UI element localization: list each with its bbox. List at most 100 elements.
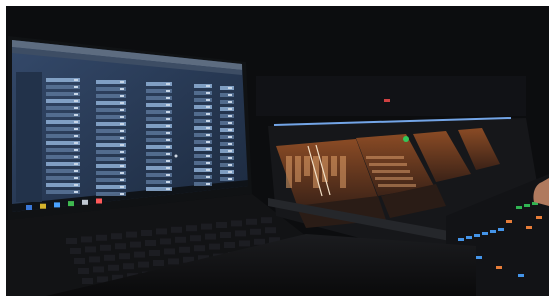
keyboard-key <box>194 245 205 252</box>
channel-meter <box>228 164 232 166</box>
console-led <box>458 238 464 241</box>
keyboard-key <box>246 218 257 225</box>
channel-meter <box>120 88 124 90</box>
keyboard-key <box>168 258 179 265</box>
channel-meter <box>74 114 78 116</box>
keyboard-key <box>78 268 89 274</box>
keyboard-key <box>93 266 104 273</box>
keyboard-key <box>126 231 137 238</box>
keyboard-key <box>141 230 152 236</box>
keyboard-key <box>82 278 93 284</box>
channel-meter <box>206 176 210 178</box>
channel-meter <box>120 81 124 83</box>
channel-meter <box>166 188 170 190</box>
keyboard-key <box>108 264 119 271</box>
channel-meter <box>228 122 232 124</box>
channel-meter <box>74 163 78 165</box>
channel-meter <box>74 100 78 102</box>
channel-meter <box>166 174 170 176</box>
console-led <box>498 228 504 231</box>
console-led <box>536 216 542 219</box>
keyboard-key <box>74 258 85 264</box>
channel-meter <box>206 99 210 101</box>
channel-meter <box>166 160 170 162</box>
keyboard-key <box>97 276 108 283</box>
channel-meter <box>74 86 78 88</box>
channel-meter <box>166 118 170 120</box>
cursor <box>174 154 178 158</box>
console-list-row <box>372 170 410 173</box>
taskbar-icon <box>26 205 32 210</box>
keyboard-key <box>89 256 100 263</box>
channel-meter <box>74 191 78 193</box>
channel-meter <box>206 169 210 171</box>
console-led <box>518 274 524 277</box>
keyboard-key <box>119 253 130 260</box>
channel-meter <box>120 165 124 167</box>
channel-meter <box>166 139 170 141</box>
console-list-row <box>378 184 416 187</box>
channel-meter <box>120 144 124 146</box>
channel-meter <box>206 127 210 129</box>
keyboard-key <box>254 238 265 245</box>
channel-meter <box>206 155 210 157</box>
channel-meter <box>206 120 210 122</box>
keyboard-key <box>261 217 272 224</box>
channel-meter <box>228 94 232 96</box>
keyboard-key <box>81 236 92 243</box>
channel-meter <box>228 115 232 117</box>
console-led <box>526 226 532 229</box>
side-panel <box>16 72 42 202</box>
keyboard-key <box>190 235 201 242</box>
keyboard-key <box>220 232 231 238</box>
channel-meter <box>74 149 78 151</box>
channel-meter <box>120 109 124 111</box>
channel-meter <box>166 111 170 113</box>
taskbar-icon <box>68 201 74 207</box>
taskbar-icon <box>40 203 46 209</box>
channel-meter <box>120 130 124 132</box>
keyboard-key <box>123 263 134 270</box>
console-list-row <box>369 163 407 166</box>
keyboard-key <box>160 238 171 245</box>
channel-meter <box>166 181 170 183</box>
keyboard-key <box>239 240 250 247</box>
channel-meter <box>166 146 170 148</box>
channel-meter <box>166 97 170 99</box>
keyboard-key <box>201 223 212 230</box>
keyboard-key <box>153 260 164 266</box>
channel-meter <box>120 186 124 188</box>
channel-meter <box>228 178 232 180</box>
console-list-row <box>375 177 413 180</box>
channel-meter <box>120 137 124 139</box>
channel-meter <box>120 123 124 125</box>
keyboard-key <box>209 243 220 250</box>
console-status-led <box>403 136 409 142</box>
channel-meter <box>74 156 78 158</box>
channel-meter <box>120 179 124 181</box>
channel-meter <box>166 125 170 127</box>
console-led <box>474 234 480 237</box>
console-fader-trace <box>331 156 337 176</box>
channel-meter <box>120 102 124 104</box>
channel-meter <box>228 101 232 103</box>
keyboard-key <box>171 226 182 233</box>
keyboard-key <box>115 243 126 250</box>
channel-meter <box>206 92 210 94</box>
channel-meter <box>74 184 78 186</box>
photo-frame <box>6 6 549 296</box>
keyboard-key <box>205 233 216 240</box>
keyboard-key <box>179 246 190 253</box>
channel-meter <box>206 183 210 185</box>
keyboard-key <box>100 244 111 251</box>
channel-meter <box>166 132 170 134</box>
scene <box>6 6 549 296</box>
keyboard-key <box>156 228 167 235</box>
keyboard-key <box>216 222 227 228</box>
console-led <box>506 220 512 223</box>
channel-meter <box>206 106 210 108</box>
keyboard-key <box>66 238 77 244</box>
console-led <box>482 232 488 235</box>
channel-meter <box>74 121 78 123</box>
console-fader-trace <box>286 156 292 188</box>
